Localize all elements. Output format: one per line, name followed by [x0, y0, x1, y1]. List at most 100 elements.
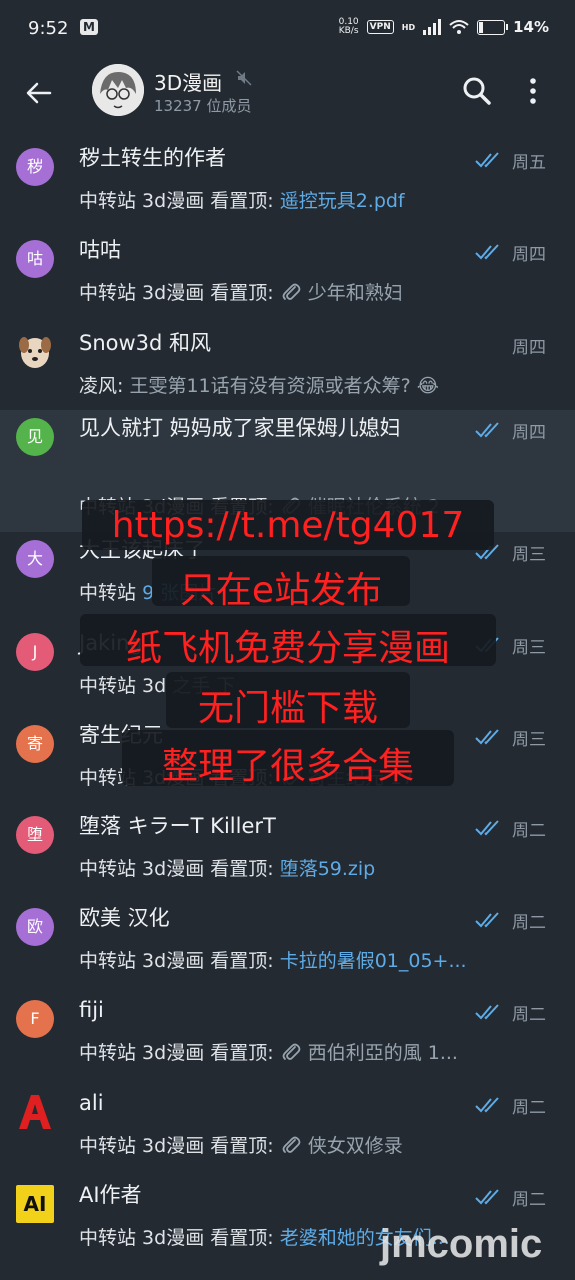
- preview-message: 9 张图片: [142, 582, 218, 604]
- chat-row[interactable]: Ffiji 周二中转站 3d漫画 看置顶: 西伯利亞的風 1...: [0, 992, 575, 1084]
- paperclip-icon: [282, 497, 301, 514]
- chat-name: 秽土转生的作者: [79, 146, 226, 170]
- chat-preview: 中转站 3d漫画 看置顶: 堕落59.zip: [79, 854, 559, 881]
- chat-row[interactable]: 欧 欧美 汉化 周二中转站 3d漫画 看置顶: 卡拉的暑假01_05+...: [0, 900, 575, 992]
- letter-avatar: 见: [16, 418, 54, 456]
- chat-row[interactable]: ali 周二中转站 3d漫画 看置顶: 侠女双修录: [0, 1085, 575, 1177]
- chat-name: 大王该起床了: [79, 538, 205, 562]
- paperclip-icon: [282, 283, 301, 300]
- chat-day: 周二: [512, 913, 546, 933]
- read-checkmarks-icon: [475, 244, 499, 260]
- chat-preview: 中转站 3d漫画 看置顶: 寄生纪元 17: [79, 763, 559, 790]
- chat-name: AI作者: [79, 1183, 142, 1207]
- network-speed: 0.10 KB/s: [339, 18, 359, 36]
- letter-avatar: 咕: [16, 240, 54, 278]
- chat-day: 周三: [512, 730, 546, 750]
- chat-name: ali: [79, 1091, 104, 1115]
- network-speed-unit: KB/s: [338, 26, 359, 36]
- chat-preview: 中转站 3d漫画 看置顶: 催眠社伦系统 2: [79, 492, 559, 519]
- read-checkmarks-icon: [475, 637, 499, 653]
- read-checkmarks-icon: [475, 1189, 499, 1205]
- muted-speaker-icon: [236, 70, 252, 86]
- letter-avatar: 寄: [16, 725, 54, 763]
- read-checkmarks-icon: [475, 1097, 499, 1113]
- chat-name: fiji: [79, 998, 104, 1022]
- chat-day: 周五: [512, 153, 546, 173]
- chat-name: 欧美 汉化: [79, 906, 170, 930]
- chat-name: 寄生纪元: [79, 723, 163, 747]
- read-checkmarks-icon: [475, 1004, 499, 1020]
- chat-day: 周二: [512, 1005, 546, 1025]
- status-icons: 0.10 KB/s VPN HD 14%: [339, 18, 549, 37]
- chat-preview: 中转站 3d漫画 看置顶: 卡拉的暑假01_05+...: [79, 946, 559, 973]
- preview-sender: 中转站 3d漫画 看置顶:: [79, 767, 274, 789]
- preview-message: 之手 下: [172, 675, 236, 697]
- read-checkmarks-icon: [475, 912, 499, 928]
- chat-name: 咕咕: [79, 238, 121, 262]
- chat-preview: 中转站 3d漫画 看置顶: 侠女双修录: [79, 1131, 559, 1158]
- chat-row[interactable]: 寄 寄生纪元 周三中转站 3d漫画 看置顶: 寄生纪元 17: [0, 717, 575, 809]
- preview-message: 卡拉的暑假01_05+...: [279, 950, 467, 972]
- battery-icon: [477, 19, 509, 35]
- chat-row[interactable]: AI AI作者 周二中转站 3d漫画 看置顶: 老婆和她的女友们...: [0, 1177, 575, 1269]
- preview-sender: 中转站 3d漫画 看置顶:: [79, 1135, 274, 1157]
- preview-message: 老婆和她的女友们...: [279, 1227, 450, 1249]
- ai-logo-avatar: AI: [16, 1185, 54, 1223]
- wifi-icon: [449, 20, 469, 34]
- preview-sender: 中转站 3d漫画 看置顶:: [79, 950, 274, 972]
- chat-day: 周二: [512, 1098, 546, 1118]
- chat-row[interactable]: 见 见人就打 妈妈成了家里保姆儿媳妇 周四 中转站 3d漫画 看置顶: 催眠社伦系统 …: [0, 410, 575, 532]
- chat-name: Jaking: [79, 631, 143, 655]
- paperclip-icon: [282, 1136, 301, 1153]
- chat-day: 周四: [512, 423, 546, 443]
- preview-sender: 中转站 3d漫画 看置顶:: [79, 1042, 274, 1064]
- letter-avatar: 秽: [16, 148, 54, 186]
- preview-sender: 中转站: [79, 582, 137, 604]
- chat-row[interactable]: 堕 堕落 キラーT KillerT 周二 中转站 3d漫画 看置顶: 堕落59.zip: [0, 808, 575, 900]
- mail-notification-icon: M: [80, 19, 98, 35]
- chat-row[interactable]: Snow3d 和风 周四 凌风: 王雯第11话有没有资源或者众筹? 😂: [0, 325, 575, 410]
- more-options-icon[interactable]: [518, 74, 548, 108]
- letter-avatar: F: [16, 1000, 54, 1038]
- chat-row[interactable]: 秽 秽土转生的作者 周五中转站 3d漫画 看置顶: 遥控玩具2.pdf: [0, 140, 575, 232]
- preview-message: 寄生纪元 17: [307, 767, 414, 789]
- chat-preview: 中转站 3d漫画 看置顶: 少年和熟妇: [79, 278, 559, 305]
- letter-avatar: 欧: [16, 908, 54, 946]
- preview-sender: 中转站 3d漫画 看置顶:: [79, 1227, 274, 1249]
- chat-row[interactable]: 咕咕咕 周四 中转站 3d漫画 看置顶: 少年和熟妇: [0, 232, 575, 324]
- letter-avatar: 堕: [16, 816, 54, 854]
- chat-name: 堕落 キラーT KillerT: [79, 814, 276, 838]
- red-a-logo-icon: [19, 1095, 51, 1129]
- member-count: 13237 位成员: [154, 97, 252, 115]
- chat-row[interactable]: 大 大王该起床了 周三中转站 9 张图片: [0, 532, 575, 624]
- paperclip-icon: [282, 768, 301, 785]
- chat-day: 周四: [512, 338, 546, 358]
- preview-sender: 中转站 3d漫画 看置顶:: [79, 282, 274, 304]
- status-time: 9:52: [28, 18, 69, 39]
- chat-row[interactable]: J Jaking 周三中转站 3d 之手 下: [0, 625, 575, 717]
- preview-message: 遥控玩具2.pdf: [279, 190, 405, 212]
- preview-sender: 中转站 3d漫画 看置顶:: [79, 858, 274, 880]
- group-title[interactable]: 3D漫画: [154, 67, 222, 96]
- read-checkmarks-icon: [475, 820, 499, 836]
- chat-day: 周三: [512, 545, 546, 565]
- preview-sender: 中转站 3d: [79, 675, 167, 697]
- chat-header: 3D漫画 13237 位成员: [0, 58, 575, 130]
- chat-preview: 中转站 9 张图片: [79, 578, 559, 605]
- chat-preview: 中转站 3d漫画 看置顶: 老婆和她的女友们...: [79, 1223, 559, 1250]
- letter-avatar: J: [16, 633, 54, 671]
- chat-day: 周二: [512, 1190, 546, 1210]
- preview-message: 西伯利亞的風 1...: [307, 1042, 458, 1064]
- chat-day: 周三: [512, 638, 546, 658]
- chat-preview: 凌风: 王雯第11话有没有资源或者众筹? 😂: [79, 371, 559, 398]
- preview-message: 堕落59.zip: [279, 858, 376, 880]
- anime-avatar-icon: [92, 64, 144, 116]
- search-icon[interactable]: [460, 74, 494, 108]
- letter-avatar: 大: [16, 540, 54, 578]
- group-avatar[interactable]: [92, 64, 144, 116]
- back-arrow-icon[interactable]: [22, 76, 56, 110]
- chat-preview: 中转站 3d 之手 下: [79, 671, 559, 698]
- preview-message: 催眠社伦系统 2: [307, 496, 440, 518]
- chat-preview: 中转站 3d漫画 看置顶: 遥控玩具2.pdf: [79, 186, 559, 213]
- read-checkmarks-icon: [475, 544, 499, 560]
